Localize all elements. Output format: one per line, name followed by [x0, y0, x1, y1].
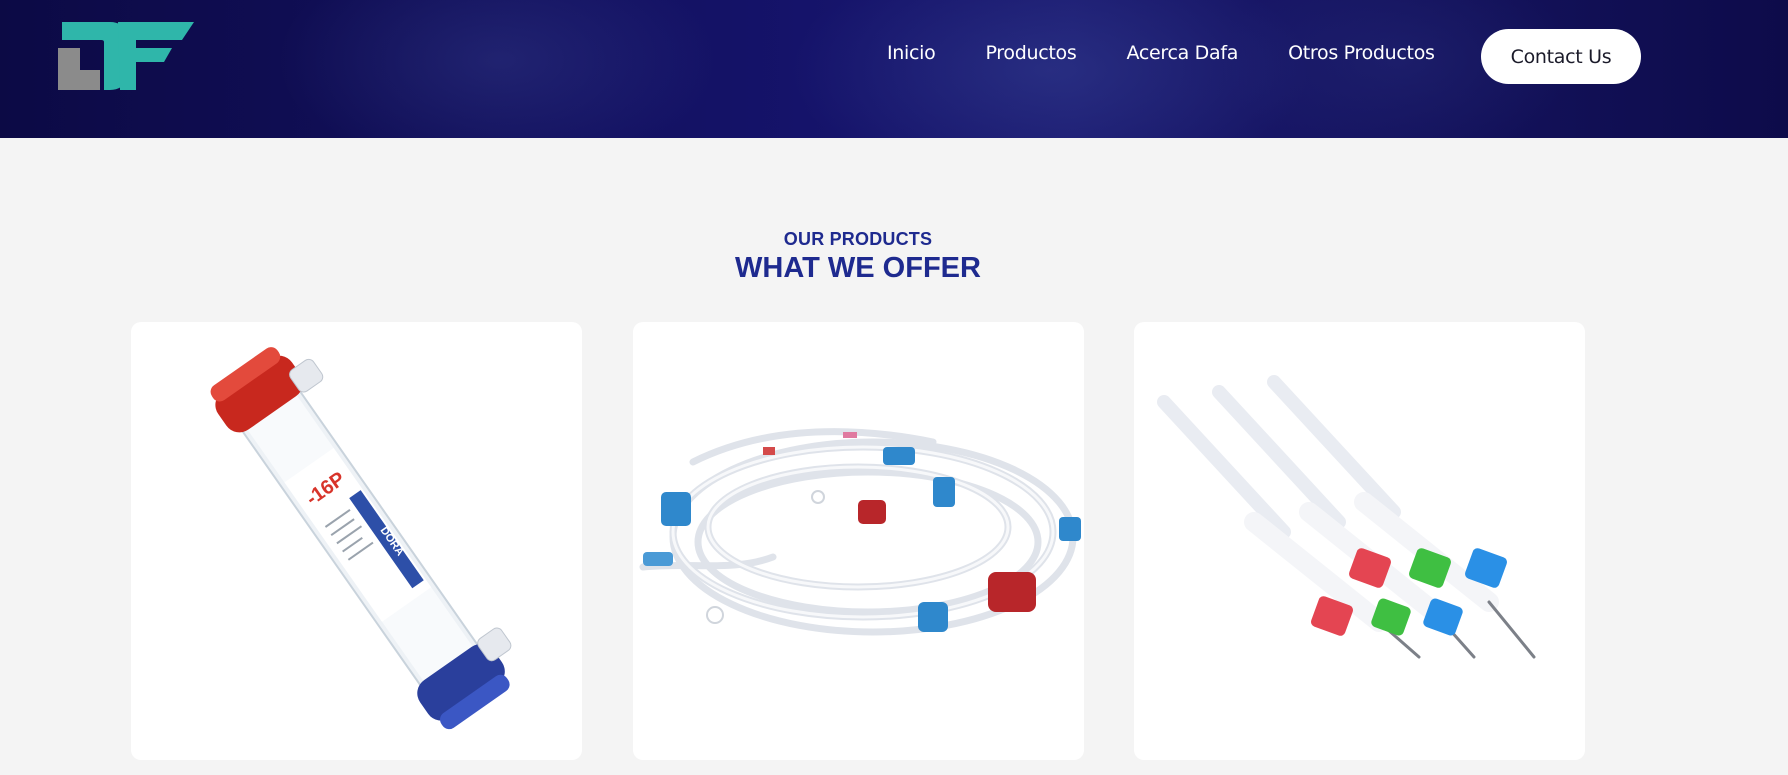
df-logo[interactable]: DF	[58, 22, 194, 90]
contact-us-button[interactable]: Contact Us	[1481, 29, 1641, 84]
section-title: WHAT WE OFFER	[735, 252, 981, 284]
product-card-blood-tubing[interactable]	[633, 322, 1084, 760]
main-nav: Inicio Productos Acerca Dafa Otros Produ…	[887, 42, 1435, 64]
site-header: DF Inicio Productos Acerca Dafa Otros Pr…	[0, 0, 1788, 138]
fistula-needles-image	[1157, 375, 1536, 659]
nav-item-otros-productos[interactable]: Otros Productos	[1288, 42, 1435, 64]
dialyzer-image: -16P DORA	[210, 347, 512, 730]
product-card-fistula-needles[interactable]	[1134, 322, 1585, 760]
nav-item-acerca-dafa[interactable]: Acerca Dafa	[1126, 42, 1238, 64]
nav-item-productos[interactable]: Productos	[985, 42, 1076, 64]
blood-tubing-image	[639, 428, 1081, 636]
product-card-dialyzer[interactable]: -16P DORA	[131, 322, 582, 760]
section-eyebrow: OUR PRODUCTS	[783, 229, 933, 249]
nav-item-inicio[interactable]: Inicio	[887, 42, 936, 64]
